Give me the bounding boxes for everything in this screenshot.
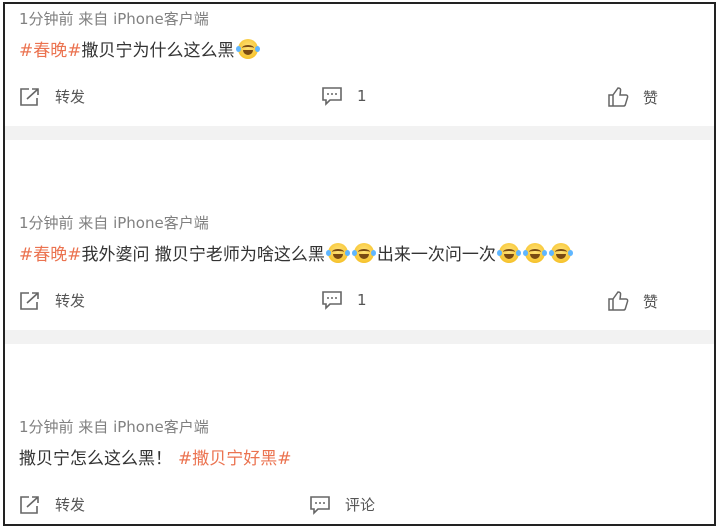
comment-button[interactable]: 1: [321, 86, 367, 106]
repost-label: 转发: [55, 292, 86, 310]
like-button[interactable]: 赞: [607, 86, 658, 108]
post-actions: 转发 1 赞: [5, 86, 714, 112]
post-text-2: 出来一次问一次: [376, 245, 496, 265]
comment-icon: [322, 291, 342, 310]
post-actions: 转发 1 赞: [5, 290, 714, 316]
comment-count: 1: [357, 87, 367, 105]
post-meta: 1分钟前 来自 iPhone客户端: [19, 214, 209, 232]
comment-button[interactable]: 1: [321, 290, 367, 310]
repost-button[interactable]: 转发: [19, 494, 85, 515]
post-content: #春晚# 撒贝宁为什么这么黑: [19, 36, 261, 61]
like-button[interactable]: 赞: [607, 290, 658, 312]
post-content: #春晚# 我外婆问 撒贝宁老师为啥这么黑 出来一次问一次: [19, 240, 574, 265]
hashtag-link[interactable]: #春晚#: [19, 36, 82, 61]
post-meta: 1分钟前 来自 iPhone客户端: [19, 10, 209, 28]
repost-label: 转发: [55, 496, 86, 514]
like-icon: [608, 291, 629, 311]
weibo-comments-panel: 1分钟前 来自 iPhone客户端 #春晚# 撒贝宁为什么这么黑 转发 1 赞 …: [3, 2, 716, 526]
post-actions: 转发 评论: [5, 494, 714, 520]
post-text: 我外婆问 撒贝宁老师为啥这么黑: [81, 245, 325, 265]
comment-button[interactable]: 评论: [309, 494, 375, 515]
hashtag-link[interactable]: #春晚#: [19, 240, 82, 265]
post-meta: 1分钟前 来自 iPhone客户端: [19, 418, 209, 436]
post-2: 1分钟前 来自 iPhone客户端 #春晚# 我外婆问 撒贝宁老师为啥这么黑 出…: [5, 140, 714, 330]
comment-count: 1: [357, 291, 367, 309]
comment-icon: [310, 495, 330, 515]
like-label: 赞: [643, 88, 659, 107]
like-label: 赞: [643, 292, 659, 311]
laugh-cry-emoji: [325, 242, 350, 263]
repost-button[interactable]: 转发: [19, 86, 85, 107]
repost-button[interactable]: 转发: [19, 290, 85, 311]
repost-icon: [20, 87, 39, 106]
comment-icon: [322, 87, 342, 106]
repost-icon: [20, 495, 39, 514]
post-text: 撒贝宁怎么这么黑！: [19, 449, 172, 469]
laugh-cry-emoji: [548, 242, 573, 263]
repost-label: 转发: [55, 88, 86, 106]
post-text: 撒贝宁为什么这么黑: [81, 41, 235, 61]
laugh-cry-emoji: [235, 38, 260, 59]
laugh-cry-emoji: [496, 242, 521, 263]
hashtag-link[interactable]: #撒贝宁好黑#: [178, 444, 292, 469]
laugh-cry-emoji: [351, 242, 376, 263]
separator: [5, 126, 714, 140]
post-1: 1分钟前 来自 iPhone客户端 #春晚# 撒贝宁为什么这么黑 转发 1 赞: [5, 4, 714, 126]
like-icon: [608, 87, 629, 107]
comment-label: 评论: [345, 496, 376, 514]
post-3: 1分钟前 来自 iPhone客户端 撒贝宁怎么这么黑！ #撒贝宁好黑# 转发 评…: [5, 344, 714, 524]
post-content: 撒贝宁怎么这么黑！ #撒贝宁好黑#: [19, 444, 292, 469]
separator: [5, 330, 714, 344]
repost-icon: [20, 291, 39, 310]
laugh-cry-emoji: [522, 242, 547, 263]
